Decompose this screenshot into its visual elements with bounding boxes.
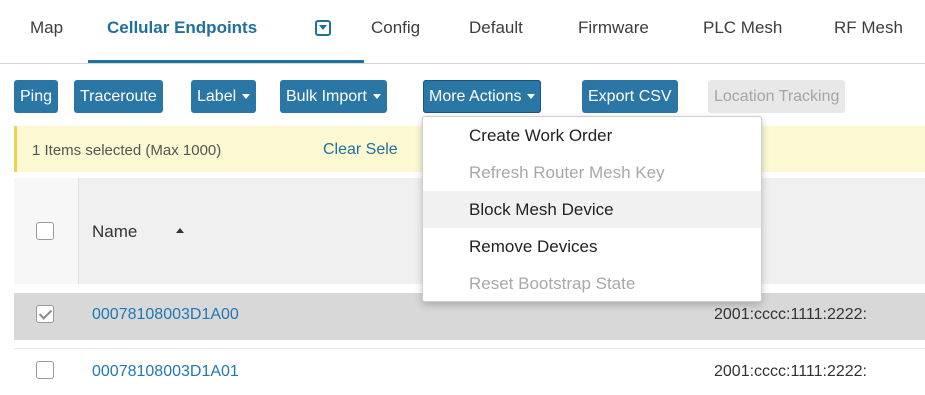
clear-selection-link[interactable]: Clear Sele (323, 141, 398, 159)
tab-map[interactable]: Map (30, 18, 63, 38)
ping-button[interactable]: Ping (14, 80, 59, 113)
bulk-import-button-label: Bulk Import (286, 88, 367, 105)
tab-cellular-endpoints[interactable]: Cellular Endpoints (107, 18, 257, 38)
column-divider (78, 178, 79, 284)
select-all-checkbox[interactable] (36, 222, 54, 240)
export-csv-button[interactable]: Export CSV (582, 80, 678, 113)
more-actions-button-label: More Actions (429, 88, 522, 105)
device-ip: 2001:cccc:1111:2222: (714, 306, 867, 323)
more-actions-menu: Create Work Order Refresh Router Mesh Ke… (422, 116, 762, 302)
row-checkbox[interactable] (36, 305, 54, 323)
traceroute-button-label: Traceroute (80, 88, 157, 105)
tab-bar: Map Cellular Endpoints Config Default Fi… (0, 0, 925, 64)
caret-down-icon (372, 94, 381, 100)
bulk-import-button[interactable]: Bulk Import (280, 80, 387, 113)
tab-firmware[interactable]: Firmware (578, 18, 649, 38)
ping-button-label: Ping (20, 88, 53, 105)
tab-dropdown-icon[interactable] (315, 20, 331, 36)
tab-default[interactable]: Default (469, 18, 523, 38)
menu-item-block-mesh-device[interactable]: Block Mesh Device (423, 191, 761, 228)
menu-item-remove-devices[interactable]: Remove Devices (423, 228, 761, 265)
caret-down-icon (242, 94, 251, 100)
traceroute-button[interactable]: Traceroute (74, 80, 163, 113)
device-name-link[interactable]: 00078108003D1A00 (92, 306, 239, 324)
device-name-link[interactable]: 00078108003D1A01 (92, 363, 239, 381)
sort-ascending-icon[interactable] (176, 228, 184, 233)
device-ip: 2001:cccc:1111:2222: (714, 363, 867, 380)
location-tracking-button[interactable]: Location Tracking (708, 80, 846, 113)
menu-item-create-work-order[interactable]: Create Work Order (423, 117, 761, 154)
row-checkbox[interactable] (36, 361, 54, 379)
tab-rf-mesh[interactable]: RF Mesh (834, 18, 903, 38)
more-actions-button[interactable]: More Actions (423, 80, 542, 113)
export-csv-button-label: Export CSV (588, 88, 672, 105)
label-button[interactable]: Label (191, 80, 257, 113)
selection-count: 1 Items selected (Max 1000) (32, 142, 222, 159)
caret-down-icon (527, 94, 536, 100)
label-button-label: Label (197, 88, 237, 105)
menu-item-refresh-router-mesh-key[interactable]: Refresh Router Mesh Key (423, 154, 761, 191)
tab-plc-mesh[interactable]: PLC Mesh (703, 18, 782, 38)
tab-config[interactable]: Config (371, 18, 420, 38)
tab-bar-divider (0, 63, 925, 64)
name-column-header[interactable]: Name (92, 222, 137, 242)
location-tracking-button-label: Location Tracking (714, 88, 840, 105)
menu-item-reset-bootstrap-state[interactable]: Reset Bootstrap State (423, 265, 761, 302)
table-row[interactable]: 00078108003D1A01 2001:cccc:1111:2222: (14, 348, 925, 395)
